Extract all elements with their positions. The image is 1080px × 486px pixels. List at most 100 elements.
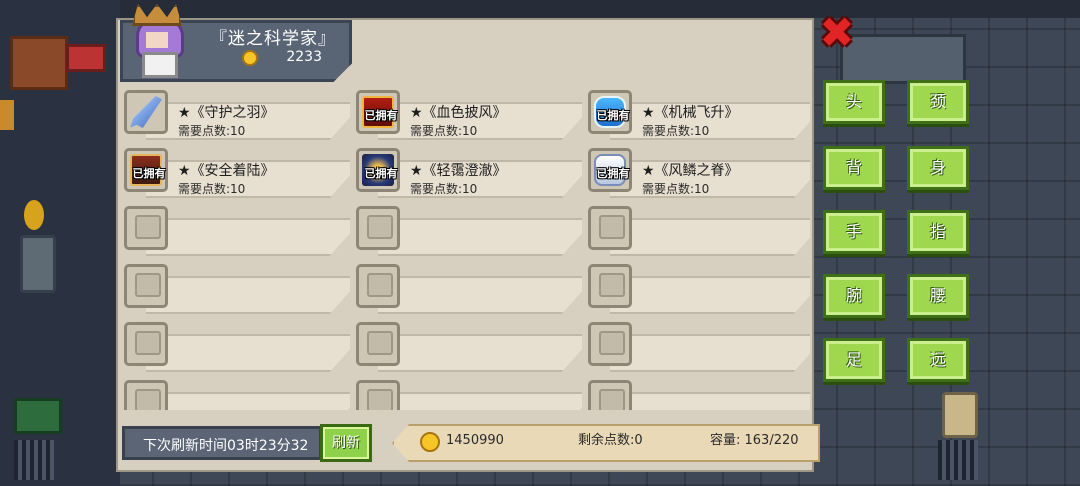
avatar-crown xyxy=(132,4,182,26)
item-slot[interactable]: ★《守护之羽》 需要点数:10 xyxy=(120,86,350,140)
item-slot[interactable]: 已拥有 ★《机械飞升》 需要点数:10 xyxy=(584,86,810,140)
category-head-button[interactable]: 头 xyxy=(823,80,885,124)
category-wrist-button[interactable]: 腕 xyxy=(823,274,885,318)
gold-total: 1450990 xyxy=(446,433,504,448)
circuit-board-prop xyxy=(14,398,62,434)
close-icon[interactable]: ✖ xyxy=(818,12,856,54)
category-back-button[interactable]: 背 xyxy=(823,146,885,190)
item-icon-frame: 已拥有 xyxy=(356,90,400,134)
lab-bench-prop xyxy=(840,34,966,84)
item-name: ★《风鳞之脊》 xyxy=(642,163,739,179)
slot-bar xyxy=(146,276,350,314)
flower-prop xyxy=(24,200,44,230)
floor-grate xyxy=(14,440,54,480)
empty-slot xyxy=(120,376,350,410)
item-name: ★《安全着陆》 xyxy=(178,163,275,179)
floor-grate xyxy=(938,440,978,480)
empty-slot xyxy=(584,202,810,256)
empty-slot-icon xyxy=(124,264,168,308)
category-foot-button[interactable]: 足 xyxy=(823,338,885,382)
robot-prop xyxy=(942,392,978,438)
empty-slot-icon xyxy=(588,264,632,308)
avatar-body xyxy=(142,52,178,78)
refresh-button[interactable]: 刷新 xyxy=(320,424,372,462)
remaining-points: 剩余点数:0 xyxy=(578,433,643,448)
desk-prop xyxy=(10,36,68,90)
item-name: ★《机械飞升》 xyxy=(642,105,739,121)
wallet-info-bar: 1450990 剩余点数:0 容量: 163/220 xyxy=(392,424,820,462)
owned-tag: 已拥有 xyxy=(132,167,166,180)
shop-gold-amount: 2233 xyxy=(286,49,322,65)
capacity: 容量: 163/220 xyxy=(710,433,799,448)
slot-bar xyxy=(378,218,582,256)
slot-bar xyxy=(146,392,350,410)
empty-slot-icon xyxy=(124,206,168,250)
slot-bar xyxy=(610,392,810,410)
slot-bar xyxy=(378,334,582,372)
blue-feather-icon xyxy=(130,96,162,128)
empty-slot xyxy=(120,318,350,372)
item-name: ★《血色披风》 xyxy=(410,105,507,121)
slot-bar xyxy=(378,392,582,410)
empty-slot xyxy=(352,260,582,314)
vase-prop xyxy=(20,235,56,293)
machine-prop xyxy=(66,44,106,72)
shop-title: 『迷之科学家』 xyxy=(210,29,336,49)
category-finger-button[interactable]: 指 xyxy=(907,210,969,254)
item-icon-frame xyxy=(124,90,168,134)
item-grid[interactable]: ★《守护之羽》 需要点数:10 已拥有 ★《血色披风》 需要点数:10 已拥有 … xyxy=(120,80,810,410)
category-body-button[interactable]: 身 xyxy=(907,146,969,190)
empty-slot xyxy=(120,260,350,314)
slot-bar xyxy=(610,334,810,372)
category-neck-button[interactable]: 颈 xyxy=(907,80,969,124)
item-name: ★《轻霭澄澈》 xyxy=(410,163,507,179)
owned-tag: 已拥有 xyxy=(596,109,630,122)
top-wall xyxy=(120,0,1080,18)
empty-slot xyxy=(352,202,582,256)
category-hand-button[interactable]: 手 xyxy=(823,210,885,254)
empty-slot xyxy=(584,318,810,372)
slot-bar xyxy=(610,276,810,314)
item-cost: 需要点数:10 xyxy=(178,182,246,196)
item-slot[interactable]: 已拥有 ★《安全着陆》 需要点数:10 xyxy=(120,144,350,198)
empty-slot-icon xyxy=(588,380,632,410)
empty-slot-icon xyxy=(588,322,632,366)
refresh-timer: 下次刷新时间03时23分32 xyxy=(122,426,322,460)
coin-icon xyxy=(420,432,440,452)
item-slot[interactable]: 已拥有 ★《轻霭澄澈》 需要点数:10 xyxy=(352,144,582,198)
empty-slot-icon xyxy=(124,322,168,366)
item-icon-frame: 已拥有 xyxy=(356,148,400,192)
empty-slot xyxy=(584,260,810,314)
item-slot[interactable]: 已拥有 ★《血色披风》 需要点数:10 xyxy=(352,86,582,140)
owned-tag: 已拥有 xyxy=(364,109,398,122)
wall-lamp-prop xyxy=(0,100,14,130)
item-icon-frame: 已拥有 xyxy=(588,148,632,192)
category-ranged-button[interactable]: 远 xyxy=(907,338,969,382)
empty-slot-icon xyxy=(356,380,400,410)
owned-tag: 已拥有 xyxy=(364,167,398,180)
category-waist-button[interactable]: 腰 xyxy=(907,274,969,318)
slot-bar xyxy=(378,276,582,314)
item-name: ★《守护之羽》 xyxy=(178,105,275,121)
empty-slot xyxy=(584,376,810,410)
item-cost: 需要点数:10 xyxy=(410,182,478,196)
empty-slot xyxy=(120,202,350,256)
empty-slot-icon xyxy=(356,322,400,366)
empty-slot-icon xyxy=(356,264,400,308)
item-cost: 需要点数:10 xyxy=(642,124,710,138)
item-cost: 需要点数:10 xyxy=(178,124,246,138)
empty-slot-icon xyxy=(124,380,168,410)
scientist-avatar xyxy=(128,2,184,78)
empty-slot-icon xyxy=(588,206,632,250)
item-cost: 需要点数:10 xyxy=(410,124,478,138)
owned-tag: 已拥有 xyxy=(596,167,630,180)
item-icon-frame: 已拥有 xyxy=(124,148,168,192)
item-icon-frame: 已拥有 xyxy=(588,90,632,134)
slot-bar xyxy=(146,218,350,256)
avatar-face xyxy=(146,32,168,48)
empty-slot-icon xyxy=(356,206,400,250)
slot-bar xyxy=(146,334,350,372)
item-cost: 需要点数:10 xyxy=(642,182,710,196)
empty-slot xyxy=(352,318,582,372)
item-slot[interactable]: 已拥有 ★《风鳞之脊》 需要点数:10 xyxy=(584,144,810,198)
